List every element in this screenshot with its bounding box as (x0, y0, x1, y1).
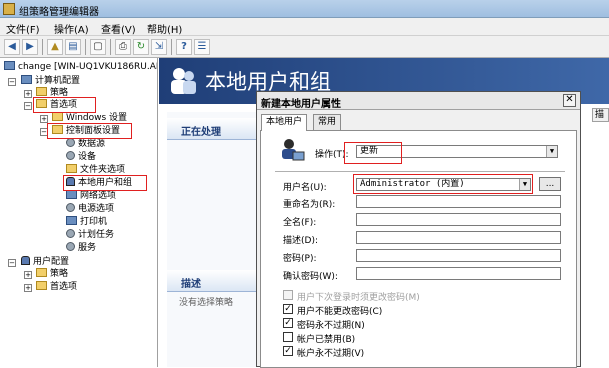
disabled-checkbox[interactable] (283, 332, 293, 342)
disabled-label: 帐户已禁用(B) (297, 335, 356, 345)
gpo-icon (4, 61, 15, 70)
task-icon (66, 229, 75, 238)
highlight-box (353, 174, 533, 194)
never-expires-label: 密码永不过期(N) (297, 321, 365, 331)
folder-icon (36, 281, 47, 290)
tree-item-user-preferences[interactable]: 首选项 (36, 281, 77, 293)
tree-item-network-options[interactable]: 网络选项 (66, 190, 116, 202)
dialog-title-bar: 新建本地用户属性 ✕ (257, 92, 580, 110)
toolbar: ◀ ▶ ▲ ▤ ▢ ⎙ ↻ ⇲ ? ☰ (0, 36, 609, 58)
show-hide-tree-icon[interactable]: ▤ (65, 39, 81, 55)
fullname-input[interactable] (356, 213, 561, 226)
tree-item-computer-config[interactable]: 计算机配置 (21, 75, 80, 87)
username-label: 用户名(U): (283, 183, 327, 193)
toolbar-separator (171, 39, 172, 55)
tree-item-user-config[interactable]: 用户配置 (21, 256, 69, 268)
users-group-icon (171, 68, 196, 94)
refresh-icon[interactable]: ↻ (133, 39, 149, 55)
toolbar-separator (42, 39, 43, 55)
collapse-icon[interactable]: − (8, 78, 16, 86)
tree-item-scheduled-tasks[interactable]: 计划任务 (66, 229, 114, 241)
folder-options-icon (66, 164, 77, 173)
printer-icon (66, 216, 77, 225)
tree-root[interactable]: change [WIN-UQ1VKU186RU.ADTEST (4, 61, 157, 73)
properties-icon[interactable]: ☰ (194, 39, 210, 55)
power-icon (66, 203, 75, 212)
cannot-change-checkbox[interactable]: ✓ (283, 304, 293, 314)
tab-panel: 操作(T): 更新 ▼ 用户名(U): Administrator (内置) ▼… (260, 130, 577, 368)
never-expires-checkbox[interactable]: ✓ (283, 318, 293, 328)
password-label: 密码(P): (283, 254, 317, 264)
expand-icon[interactable]: + (40, 115, 48, 123)
app-icon (3, 3, 15, 15)
rename-input[interactable] (356, 195, 561, 208)
folder-icon (52, 112, 63, 121)
highlight-box (47, 123, 132, 139)
tree-item-power-options[interactable]: 电源选项 (66, 203, 114, 215)
must-change-checkbox[interactable] (283, 290, 293, 300)
expand-icon[interactable]: + (24, 90, 32, 98)
description-label: 描述(D): (283, 236, 318, 246)
fullname-label: 全名(F): (283, 218, 317, 228)
description-text: 没有选择策略 (179, 298, 234, 308)
account-never-expires-label: 帐户永不过期(V) (297, 349, 365, 359)
network-icon (66, 190, 77, 199)
description-input[interactable] (356, 231, 561, 244)
tab-common[interactable]: 常用 (313, 114, 342, 130)
highlight-box (63, 175, 147, 191)
device-icon (66, 151, 75, 160)
close-icon[interactable]: ✕ (563, 94, 576, 107)
collapse-icon[interactable]: − (24, 102, 32, 110)
tree-item-data-sources[interactable]: 数据源 (66, 138, 105, 150)
up-folder-icon[interactable]: ▲ (47, 39, 63, 55)
new-local-user-dialog: 新建本地用户属性 ✕ 本地用户 常用 操作(T): 更新 ▼ 用户名(U): A… (256, 91, 581, 368)
confirm-password-input[interactable] (356, 267, 561, 280)
expand-icon[interactable]: + (24, 284, 32, 292)
column-header-description[interactable]: 描 (592, 108, 609, 122)
must-change-label: 用户下次登录时须更改密码(M) (297, 293, 420, 303)
menu-file[interactable]: 文件(F) (6, 21, 40, 36)
confirm-password-label: 确认密码(W): (283, 272, 338, 282)
cannot-change-label: 用户不能更改密码(C) (297, 307, 383, 317)
user-computer-icon (282, 139, 305, 161)
help-icon[interactable]: ? (176, 39, 192, 55)
tree-item-devices[interactable]: 设备 (66, 151, 96, 163)
folder-icon (36, 268, 47, 277)
toolbar-separator (110, 39, 111, 55)
divider (275, 171, 565, 172)
back-arrow-icon[interactable]: ◀ (4, 39, 20, 55)
print-icon[interactable]: ⎙ (115, 39, 131, 55)
console-tree: change [WIN-UQ1VKU186RU.ADTEST − 计算机配置 +… (0, 58, 158, 367)
folder-icon (36, 87, 47, 96)
rename-label: 重命名为(R): (283, 200, 336, 210)
menu-action[interactable]: 操作(A) (54, 21, 89, 36)
highlight-box (344, 142, 402, 164)
expand-icon[interactable]: + (24, 271, 32, 279)
user-icon (21, 256, 30, 265)
highlight-box (33, 97, 96, 113)
menu-help[interactable]: 帮助(H) (147, 21, 182, 36)
dialog-title: 新建本地用户属性 (261, 99, 341, 110)
data-source-icon (66, 138, 75, 147)
toolbar-separator (85, 39, 86, 55)
password-input[interactable] (356, 249, 561, 262)
account-never-expires-checkbox[interactable]: ✓ (283, 346, 293, 356)
browse-button[interactable]: ... (539, 177, 561, 191)
collapse-icon[interactable]: − (8, 259, 16, 267)
export-icon[interactable]: ⇲ (151, 39, 167, 55)
forward-arrow-icon[interactable]: ▶ (22, 39, 38, 55)
window-title: 组策略管理编辑器 (19, 7, 99, 18)
chevron-down-icon: ▼ (546, 146, 557, 157)
tree-item-services[interactable]: 服务 (66, 242, 96, 254)
tree-item-printers[interactable]: 打印机 (66, 216, 107, 228)
menu-view[interactable]: 查看(V) (101, 21, 136, 36)
tree-item-user-policies[interactable]: 策略 (36, 268, 68, 280)
window-icon[interactable]: ▢ (90, 39, 106, 55)
tab-local-user[interactable]: 本地用户 (261, 114, 308, 131)
menu-bar: 文件(F) 操作(A) 查看(V) 帮助(H) (0, 18, 609, 36)
window-title-bar: 组策略管理编辑器 (0, 0, 609, 18)
service-icon (66, 242, 75, 251)
computer-icon (21, 75, 32, 84)
